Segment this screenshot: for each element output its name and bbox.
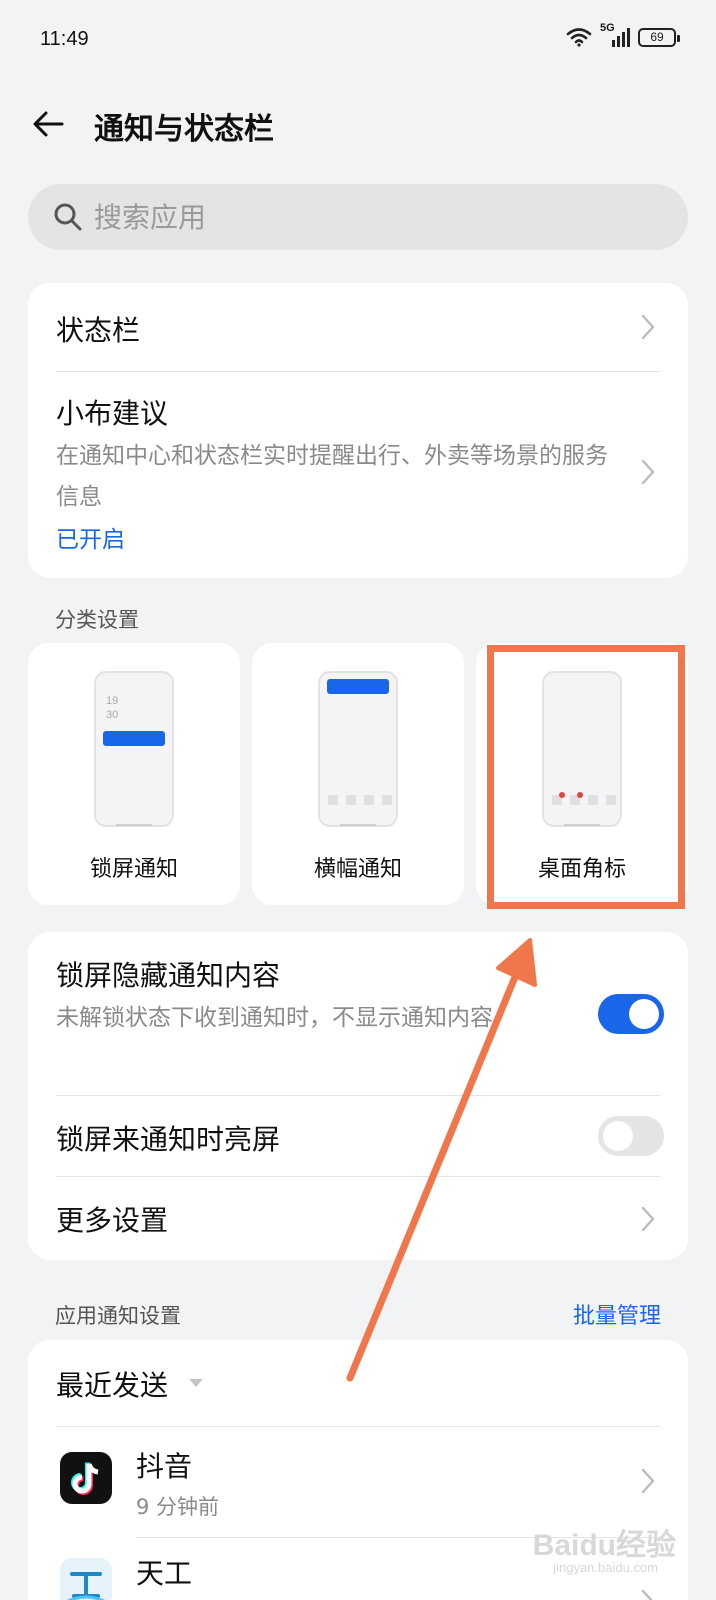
watermark-logo: Baidu经验: [532, 1529, 676, 1562]
wake-screen-title: 锁屏来通知时亮屏: [56, 1123, 281, 1156]
suggestion-status: 已开启: [56, 527, 125, 553]
category-label: 锁屏通知: [89, 857, 178, 882]
status-time: 11:49: [40, 28, 89, 50]
app-name: 抖音: [136, 1450, 193, 1483]
sort-label: 最近发送: [56, 1369, 169, 1402]
category-lock-screen-notification[interactable]: 19 30 锁屏通知: [28, 643, 240, 905]
chevron-right-icon: [641, 314, 655, 340]
wake-screen-toggle[interactable]: [598, 1116, 664, 1156]
hide-content-title: 锁屏隐藏通知内容: [56, 959, 281, 992]
tiangong-app-icon: [60, 1558, 112, 1600]
page-title: 通知与状态栏: [94, 112, 274, 147]
chevron-right-icon: [641, 1206, 655, 1232]
search-input[interactable]: [94, 184, 654, 250]
wifi-icon: [566, 28, 592, 47]
badge-dot: [577, 792, 583, 798]
douyin-app-icon: [60, 1452, 112, 1504]
more-settings-label: 更多设置: [56, 1204, 169, 1237]
battery-level: 69: [650, 30, 664, 44]
category-label: 横幅通知: [313, 857, 402, 882]
search-icon: [54, 203, 82, 231]
watermark-url: jingyan.baidu.com: [553, 1560, 658, 1575]
app-last-sent: 9 分钟前: [136, 1495, 220, 1519]
sort-dropdown[interactable]: 最近发送: [56, 1364, 203, 1404]
category-label: 桌面角标: [537, 857, 626, 882]
app-section-label: 应用通知设置: [55, 1304, 181, 1328]
suggestion-row[interactable]: 小布建议 在通知中心和状态栏实时提醒出行、外卖等场景的服务信息 已开启: [28, 372, 688, 578]
more-settings-row[interactable]: 更多设置: [28, 1177, 688, 1260]
category-desktop-badge[interactable]: 桌面角标: [476, 643, 688, 905]
status-bar-row[interactable]: 状态栏: [28, 283, 688, 371]
back-arrow-icon[interactable]: [28, 104, 68, 144]
status-bar-label: 状态栏: [56, 314, 141, 347]
preview-dock: [328, 795, 392, 805]
chevron-right-icon: [641, 459, 655, 485]
status-icons: 5G 69: [566, 22, 680, 48]
preview-dock: [552, 792, 616, 805]
app-name: 天工: [136, 1557, 193, 1590]
suggestion-title: 小布建议: [56, 397, 169, 430]
category-section-label: 分类设置: [55, 608, 139, 632]
status-bar: 11:49 5G 69: [0, 0, 716, 80]
wake-screen-row: 锁屏来通知时亮屏: [28, 1096, 688, 1176]
chevron-right-icon: [641, 1589, 653, 1600]
preview-banner-bar: [327, 679, 389, 694]
status-settings-card: 状态栏 小布建议 在通知中心和状态栏实时提醒出行、外卖等场景的服务信息 已开启: [28, 283, 688, 578]
batch-manage-link[interactable]: 批量管理: [573, 1298, 661, 1330]
search-bar[interactable]: [28, 184, 688, 250]
caret-down-icon: [189, 1379, 203, 1387]
category-banner-notification[interactable]: 横幅通知: [252, 643, 464, 905]
chevron-right-icon: [641, 1468, 655, 1494]
suggestion-description: 在通知中心和状态栏实时提醒出行、外卖等场景的服务信息: [56, 443, 608, 510]
hide-content-toggle[interactable]: [598, 994, 664, 1034]
cellular-signal-icon: 5G: [600, 22, 630, 48]
battery-icon: 69: [638, 27, 680, 47]
lock-screen-settings-card: 锁屏隐藏通知内容 未解锁状态下收到通知时，不显示通知内容 锁屏来通知时亮屏 更多…: [28, 932, 688, 1260]
preview-notification-bar: [103, 731, 165, 746]
banner-preview: [318, 671, 398, 827]
hide-content-row: 锁屏隐藏通知内容 未解锁状态下收到通知时，不显示通知内容: [28, 932, 688, 1095]
hide-content-description: 未解锁状态下收到通知时，不显示通知内容: [56, 1005, 493, 1031]
desktop-badge-preview: [542, 671, 622, 827]
header: 通知与状态栏: [0, 92, 716, 156]
preview-clock-hour: 19: [106, 695, 119, 707]
preview-clock-minute: 30: [106, 709, 119, 721]
badge-dot: [559, 792, 565, 798]
lock-screen-preview: 19 30: [94, 671, 174, 827]
